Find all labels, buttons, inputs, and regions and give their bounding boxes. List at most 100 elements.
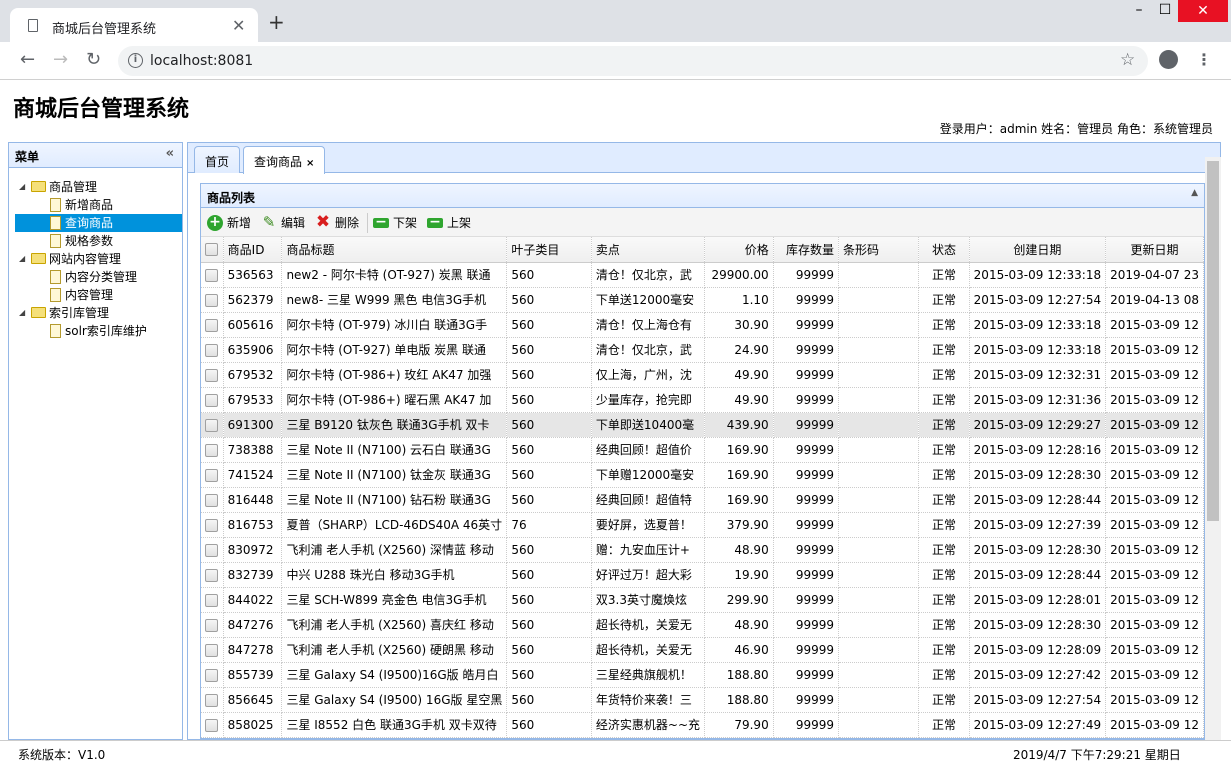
tab-home-label[interactable]: 首页 bbox=[205, 155, 229, 169]
edit-button[interactable]: ✎ 编辑 bbox=[261, 214, 305, 232]
expand-arrow-icon[interactable]: ◢ bbox=[19, 250, 25, 268]
checkbox[interactable] bbox=[205, 418, 219, 432]
checkbox[interactable] bbox=[205, 543, 219, 557]
tree-item-content-category[interactable]: 内容分类管理 bbox=[15, 268, 182, 286]
column-header[interactable]: 叶子类目 bbox=[506, 237, 592, 263]
maximize-button[interactable]: ☐ bbox=[1154, 2, 1176, 24]
table-row[interactable]: 816448 三星 Note II (N7100) 钻石粉 联通3G 560 经典回顾… bbox=[201, 487, 1204, 513]
browser-tab[interactable]: 商城后台管理系统 ✕ bbox=[10, 8, 258, 42]
table-row[interactable]: 536563 new2 - 阿尔卡特 (OT-927) 炭黑 联通 560 清仓！仅北… bbox=[201, 262, 1204, 288]
close-tab-icon[interactable]: ✕ bbox=[232, 16, 245, 35]
table-row[interactable]: 635906 阿尔卡特 (OT-927) 单电版 炭黑 联通 560 清仓！仅北京，武… bbox=[201, 337, 1204, 363]
account-icon[interactable] bbox=[1159, 50, 1178, 69]
row-checkbox[interactable] bbox=[201, 637, 224, 663]
row-checkbox[interactable] bbox=[201, 362, 224, 388]
sidebar-collapse-icon[interactable]: « bbox=[166, 146, 174, 161]
checkbox[interactable] bbox=[205, 343, 219, 357]
vertical-scrollbar[interactable] bbox=[1205, 157, 1221, 740]
url-text[interactable]: localhost:8081 bbox=[150, 53, 253, 69]
tree-node-product-mgmt[interactable]: ◢ 商品管理 bbox=[15, 178, 182, 196]
checkbox[interactable] bbox=[205, 568, 219, 582]
checkbox[interactable] bbox=[205, 243, 219, 257]
column-header[interactable]: 创建日期 bbox=[969, 237, 1107, 263]
row-checkbox[interactable] bbox=[201, 412, 224, 438]
row-checkbox[interactable] bbox=[201, 512, 224, 538]
tree-item-solr[interactable]: solr索引库维护 bbox=[15, 322, 182, 340]
table-row[interactable]: 741524 三星 Note II (N7100) 钛金灰 联通3G 560 下单赠1… bbox=[201, 462, 1204, 488]
minimize-button[interactable]: – bbox=[1128, 2, 1150, 24]
reload-icon[interactable]: ↻ bbox=[86, 51, 101, 69]
checkbox[interactable] bbox=[205, 443, 219, 457]
tree-node-content-mgmt[interactable]: ◢ 网站内容管理 bbox=[15, 250, 182, 268]
checkbox[interactable] bbox=[205, 318, 219, 332]
row-checkbox[interactable] bbox=[201, 437, 224, 463]
expand-arrow-icon[interactable]: ◢ bbox=[19, 178, 25, 196]
table-row[interactable]: 856645 三星 Galaxy S4 (I9500) 16G版 星空黑 560 年货… bbox=[201, 687, 1204, 713]
column-header[interactable]: 条形码 bbox=[838, 237, 920, 263]
row-checkbox[interactable] bbox=[201, 312, 224, 338]
row-checkbox[interactable] bbox=[201, 462, 224, 488]
column-header[interactable]: 价格 bbox=[704, 237, 774, 263]
table-row[interactable]: 679533 阿尔卡特 (OT-986+) 曜石黑 AK47 加 560 少量库存，抢… bbox=[201, 387, 1204, 413]
tree-item-query-product[interactable]: 查询商品 bbox=[15, 214, 182, 232]
scrollbar-thumb[interactable] bbox=[1207, 161, 1219, 521]
checkbox[interactable] bbox=[205, 493, 219, 507]
off-shelf-button[interactable]: − 下架 bbox=[373, 214, 417, 232]
checkbox[interactable] bbox=[205, 518, 219, 532]
checkbox[interactable] bbox=[205, 668, 219, 682]
window-close-button[interactable]: ✕ bbox=[1178, 0, 1228, 22]
column-header[interactable]: 商品标题 bbox=[281, 237, 508, 263]
row-checkbox[interactable] bbox=[201, 662, 224, 688]
table-row[interactable]: 738388 三星 Note II (N7100) 云石白 联通3G 560 经典回顾… bbox=[201, 437, 1204, 463]
tab-home[interactable]: 首页 bbox=[194, 146, 241, 173]
tree-item-content[interactable]: 内容管理 bbox=[15, 286, 182, 304]
close-icon[interactable]: × bbox=[306, 158, 314, 169]
table-row[interactable]: 832739 中兴 U288 珠光白 移动3G手机 560 好评过万！超大彩 19.90… bbox=[201, 562, 1204, 588]
row-checkbox[interactable] bbox=[201, 562, 224, 588]
select-all-checkbox[interactable] bbox=[201, 237, 224, 263]
checkbox[interactable] bbox=[205, 293, 219, 307]
delete-button[interactable]: ✖ 删除 bbox=[315, 214, 359, 232]
table-row[interactable]: 691300 三星 B9120 钛灰色 联通3G手机 双卡 560 下单即送10400… bbox=[201, 412, 1204, 438]
checkbox[interactable] bbox=[205, 643, 219, 657]
checkbox[interactable] bbox=[205, 693, 219, 707]
row-checkbox[interactable] bbox=[201, 712, 224, 738]
info-icon[interactable]: i bbox=[128, 53, 143, 68]
tree-item-add-product[interactable]: 新增商品 bbox=[15, 196, 182, 214]
browser-menu-icon[interactable]: ⋮ bbox=[1196, 50, 1212, 69]
checkbox[interactable] bbox=[205, 368, 219, 382]
table-row[interactable]: 858025 三星 I8552 白色 联通3G手机 双卡双待 560 经济实惠机器~~… bbox=[201, 712, 1204, 738]
checkbox[interactable] bbox=[205, 268, 219, 282]
row-checkbox[interactable] bbox=[201, 537, 224, 563]
table-row[interactable]: 679532 阿尔卡特 (OT-986+) 玫红 AK47 加强 560 仅上海，广州… bbox=[201, 362, 1204, 388]
checkbox[interactable] bbox=[205, 718, 219, 732]
table-row[interactable]: 855739 三星 Galaxy S4 (I9500)16G版 皓月白 560 三星经… bbox=[201, 662, 1204, 688]
back-arrow-icon[interactable]: ← bbox=[20, 51, 35, 69]
table-row[interactable]: 605616 阿尔卡特 (OT-979) 冰川白 联通3G手 560 清仓！仅上海仓有… bbox=[201, 312, 1204, 338]
tab-query-product[interactable]: 查询商品 × bbox=[243, 146, 326, 174]
checkbox[interactable] bbox=[205, 468, 219, 482]
row-checkbox[interactable] bbox=[201, 262, 224, 288]
row-checkbox[interactable] bbox=[201, 287, 224, 313]
checkbox[interactable] bbox=[205, 393, 219, 407]
forward-arrow-icon[interactable]: → bbox=[53, 51, 68, 69]
checkbox[interactable] bbox=[205, 618, 219, 632]
row-checkbox[interactable] bbox=[201, 687, 224, 713]
row-checkbox[interactable] bbox=[201, 337, 224, 363]
row-checkbox[interactable] bbox=[201, 587, 224, 613]
on-shelf-button[interactable]: − 上架 bbox=[427, 214, 471, 232]
tree-node-index-mgmt[interactable]: ◢ 索引库管理 bbox=[15, 304, 182, 322]
table-row[interactable]: 830972 飞利浦 老人手机 (X2560) 深情蓝 移动 560 赠：九安血压计+… bbox=[201, 537, 1204, 563]
row-checkbox[interactable] bbox=[201, 387, 224, 413]
bookmark-star-icon[interactable]: ☆ bbox=[1120, 50, 1135, 70]
tree-item-spec-params[interactable]: 规格参数 bbox=[15, 232, 182, 250]
row-checkbox[interactable] bbox=[201, 487, 224, 513]
column-header[interactable]: 卖点 bbox=[591, 237, 706, 263]
column-header[interactable]: 更新日期 bbox=[1105, 237, 1204, 263]
address-bar[interactable]: i localhost:8081 ☆ bbox=[118, 46, 1148, 76]
checkbox[interactable] bbox=[205, 593, 219, 607]
collapse-icon[interactable]: ▲ bbox=[1191, 188, 1198, 198]
table-row[interactable]: 816753 夏普（SHARP）LCD-46DS40A 46英寸 76 要好屏，选夏普… bbox=[201, 512, 1204, 538]
add-button[interactable]: + 新增 bbox=[207, 214, 251, 232]
column-header[interactable]: 商品ID bbox=[223, 237, 283, 263]
